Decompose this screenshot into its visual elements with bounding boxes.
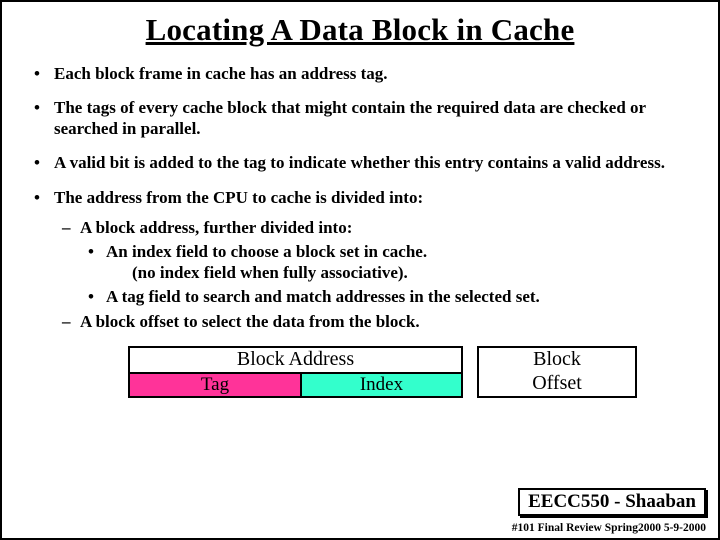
tag-cell: Tag xyxy=(128,372,302,398)
bullet-list: Each block frame in cache has an address… xyxy=(28,64,692,332)
address-diagram: Block Address Block Tag Index Offset xyxy=(128,346,638,398)
bullet-3: A valid bit is added to the tag to indic… xyxy=(28,153,692,173)
bullet-2: The tags of every cache block that might… xyxy=(28,98,692,139)
course-footer: EECC550 - Shaaban xyxy=(518,488,706,516)
bullet-4-sub1: A block address, further divided into: A… xyxy=(54,218,692,308)
bullet-1: Each block frame in cache has an address… xyxy=(28,64,692,84)
index-cell: Index xyxy=(302,372,463,398)
block-address-cell: Block Address xyxy=(128,346,463,372)
meta-footer: #101 Final Review Spring2000 5-9-2000 xyxy=(512,522,706,534)
block-offset-bot-cell: Offset xyxy=(477,372,637,398)
page-title: Locating A Data Block in Cache xyxy=(28,12,692,48)
block-offset-top-cell: Block xyxy=(477,346,637,372)
bullet-4-sub1-text: A block address, further divided into: xyxy=(80,218,352,237)
bullet-4-sub1-paren: (no index field when fully associative). xyxy=(106,263,692,283)
bullet-4-sub2: A block offset to select the data from t… xyxy=(54,312,692,332)
bullet-4-sub1-a: An index field to choose a block set in … xyxy=(80,242,692,283)
bullet-4-text: The address from the CPU to cache is div… xyxy=(54,188,423,207)
bullet-4: The address from the CPU to cache is div… xyxy=(28,188,692,332)
bullet-4-sub1-b: A tag field to search and match addresse… xyxy=(80,287,692,307)
